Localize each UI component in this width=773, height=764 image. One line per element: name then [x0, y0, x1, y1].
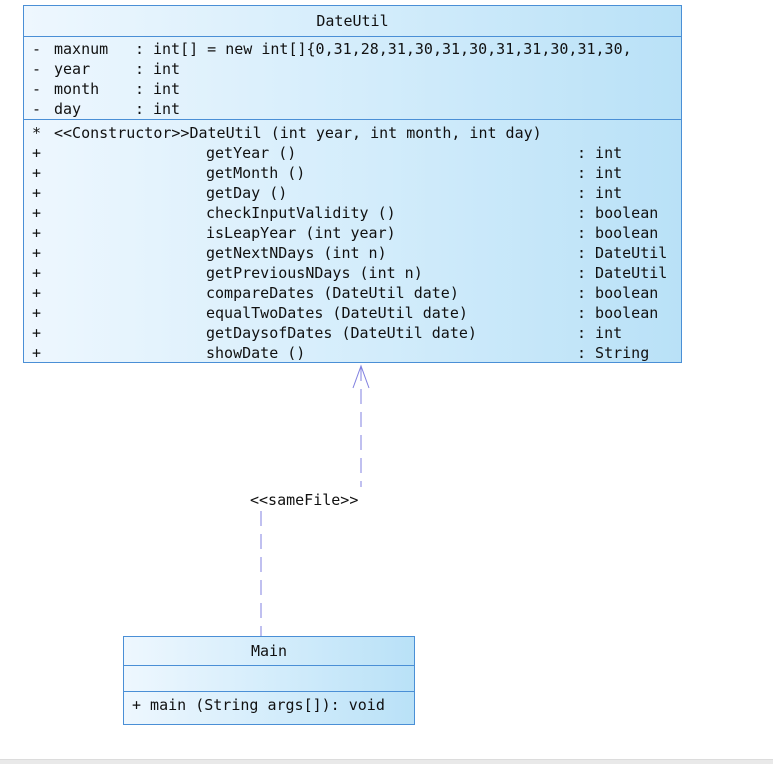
operation-row-isleapyear: + isLeapYear (int year) : boolean — [32, 224, 659, 242]
class-name-main: Main — [250, 642, 288, 660]
bottom-scrollbar[interactable] — [0, 759, 773, 764]
operation-row-main: + main (String args[]): void — [132, 696, 385, 714]
operation-row-getyear: + getYear () : int — [32, 144, 623, 162]
operation-row-getday: + getDay () : int — [32, 184, 623, 202]
attribute-row-maxnum: - maxnum : int[] = new int[]{0,31,28,31,… — [32, 40, 632, 58]
operation-row-getnextndays: + getNextNDays (int n) : DateUtil — [32, 244, 668, 262]
operation-row-getmonth: + getMonth () : int — [32, 164, 623, 182]
operation-row-constructor: * <<Constructor>>DateUtil (int year, int… — [32, 124, 542, 142]
class-name-dateutil: DateUtil — [316, 12, 389, 30]
operation-compartment: * <<Constructor>>DateUtil (int year, int… — [32, 123, 681, 363]
class-dateutil[interactable]: DateUtil - maxnum : int[] = new int[]{0,… — [23, 5, 682, 363]
attribute-row-year: - year : int — [32, 60, 181, 78]
operation-row-getpreviousndays: + getPreviousNDays (int n) : DateUtil — [32, 264, 668, 282]
class-main[interactable]: Main + main (String args[]): void — [123, 636, 415, 725]
operation-row-comparedates: + compareDates (DateUtil date) : boolean — [32, 284, 659, 302]
attribute-row-month: - month : int — [32, 80, 181, 98]
attribute-row-day: - day : int — [32, 100, 181, 118]
attribute-compartment: - maxnum : int[] = new int[]{0,31,28,31,… — [32, 39, 681, 119]
dependency-arrowhead-icon — [352, 364, 370, 389]
operation-row-getdaysofdates: + getDaysofDates (DateUtil date) : int — [32, 324, 623, 342]
stereotype-label: <<sameFile>> — [250, 491, 359, 509]
operation-row-equaltwodates: + equalTwoDates (DateUtil date) : boolea… — [32, 304, 659, 322]
operation-row-showdate: + showDate () : String — [32, 344, 650, 362]
operation-row-checkinputvalidity: + checkInputValidity () : boolean — [32, 204, 659, 222]
